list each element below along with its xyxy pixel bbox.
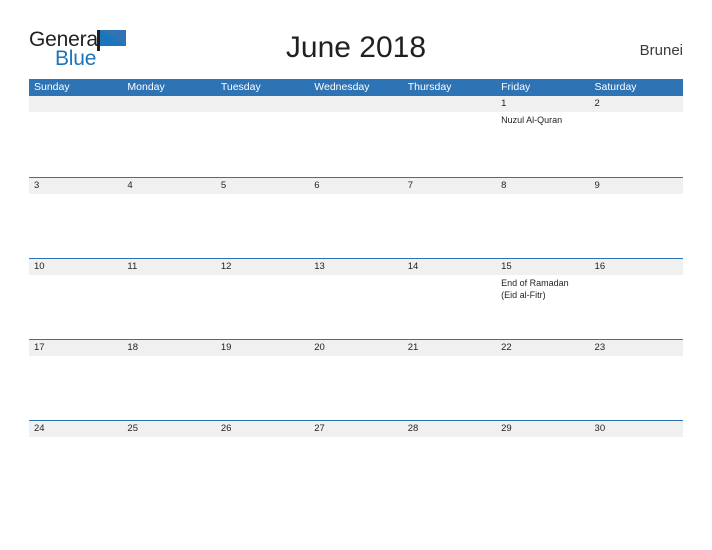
calendar-day-cell[interactable]: 4 <box>122 178 215 258</box>
day-number <box>221 96 305 112</box>
calendar-day-cell[interactable]: 12 <box>216 259 309 339</box>
calendar-day-cell-empty <box>29 96 122 177</box>
day-number: 9 <box>594 180 600 191</box>
calendar-day-cell[interactable]: 21 <box>403 340 496 420</box>
calendar-day-cell[interactable]: 9 <box>590 178 683 258</box>
day-number: 17 <box>34 342 45 353</box>
calendar-day-cell[interactable]: 3 <box>29 178 122 258</box>
weekday-header-tuesday: Tuesday <box>220 81 261 93</box>
calendar-day-cell[interactable]: 27 <box>309 421 402 501</box>
calendar-day-cell[interactable]: 15 End of Ramadan (Eid al-Fitr) <box>496 259 589 339</box>
calendar-day-cell[interactable]: 23 <box>590 340 683 420</box>
calendar-day-cell[interactable]: 22 <box>496 340 589 420</box>
weekday-header-sunday: Sunday <box>34 81 70 93</box>
week-cells: 24 25 26 27 28 29 30 <box>29 421 683 501</box>
day-number <box>408 96 492 112</box>
calendar-day-cell[interactable]: 24 <box>29 421 122 501</box>
calendar-day-cell[interactable]: 26 <box>216 421 309 501</box>
day-number: 22 <box>501 342 512 353</box>
day-number: 4 <box>127 180 133 191</box>
holiday-event-label: Nuzul Al-Quran <box>501 115 563 125</box>
page-title: June 2018 <box>285 31 427 64</box>
calendar-day-cell[interactable]: 8 <box>496 178 589 258</box>
calendar-week-row: 1 Nuzul Al-Quran 2 <box>29 96 683 177</box>
holiday-event-label: End of Ramadan <box>501 278 569 288</box>
day-number <box>127 96 211 112</box>
calendar-week-row: 3 4 5 6 7 8 9 <box>29 177 683 258</box>
day-number: 19 <box>220 342 232 353</box>
day-number: 8 <box>501 180 507 191</box>
day-number: 10 <box>34 261 45 272</box>
day-number: 7 <box>407 180 413 191</box>
day-number: 16 <box>594 261 606 272</box>
day-number: 28 <box>407 423 419 434</box>
calendar-day-cell-empty <box>216 96 309 177</box>
day-number: 12 <box>220 261 232 272</box>
day-number: 21 <box>407 342 419 353</box>
day-events: End of Ramadan (Eid al-Fitr) <box>501 275 585 301</box>
calendar-day-cell-empty <box>309 96 402 177</box>
calendar-day-cell[interactable]: 7 <box>403 178 496 258</box>
calendar-grid: Sunday Monday Tuesday Wednesday Thursday… <box>29 79 683 501</box>
day-number: 25 <box>127 423 138 434</box>
calendar-day-cell[interactable]: 18 <box>122 340 215 420</box>
day-number <box>314 96 398 112</box>
calendar-day-cell[interactable]: 28 <box>403 421 496 501</box>
day-number: 6 <box>314 180 320 191</box>
weekday-header-saturday: Saturday <box>594 81 637 93</box>
calendar-week-row: 17 18 19 20 21 22 23 <box>29 339 683 420</box>
day-number: 5 <box>220 180 227 191</box>
day-number: 23 <box>594 342 606 353</box>
day-number: 3 <box>34 180 40 191</box>
calendar-day-cell[interactable]: 5 <box>216 178 309 258</box>
weekday-header-monday: Monday <box>127 81 165 93</box>
calendar-day-cell[interactable]: 6 <box>309 178 402 258</box>
calendar-day-cell[interactable]: 11 <box>122 259 215 339</box>
calendar-day-cell[interactable]: 19 <box>216 340 309 420</box>
week-cells: 17 18 19 20 21 22 23 <box>29 340 683 420</box>
week-cells: 10 11 12 13 14 15 End of Ramadan (Eid al-Fitr) 1… <box>29 259 683 339</box>
calendar-weeks: 1 Nuzul Al-Quran 2 3 4 5 6 7 8 9 10 11 12 13 14 15 End o… <box>29 96 683 501</box>
calendar-day-cell-empty <box>122 96 215 177</box>
day-number: 1 <box>501 98 507 109</box>
calendar-day-cell-empty <box>403 96 496 177</box>
calendar-day-cell[interactable]: 10 <box>29 259 122 339</box>
weekday-header-thursday: Thursday <box>407 81 452 93</box>
weekday-header-wednesday: Wednesday <box>314 81 370 93</box>
calendar-day-cell[interactable]: 29 <box>496 421 589 501</box>
day-number: 14 <box>407 261 419 272</box>
calendar-page: General Blue June 2018 Brunei Sunday Mon… <box>0 0 712 550</box>
day-number: 30 <box>594 423 606 434</box>
day-number: 29 <box>501 423 512 434</box>
day-number: 11 <box>127 261 138 272</box>
day-number: 15 <box>501 261 512 272</box>
calendar-day-cell[interactable]: 1 Nuzul Al-Quran <box>496 96 589 177</box>
day-number: 20 <box>314 342 325 353</box>
day-number <box>34 96 118 112</box>
calendar-day-cell[interactable]: 16 <box>590 259 683 339</box>
calendar-day-cell[interactable]: 13 <box>309 259 402 339</box>
page-header: General Blue June 2018 Brunei <box>0 0 712 78</box>
calendar-day-cell[interactable]: 30 <box>590 421 683 501</box>
holiday-event-label: (Eid al-Fitr) <box>501 290 546 300</box>
day-events: Nuzul Al-Quran <box>501 112 585 126</box>
calendar-day-cell[interactable]: 25 <box>122 421 215 501</box>
calendar-day-cell[interactable]: 14 <box>403 259 496 339</box>
week-cells: 3 4 5 6 7 8 9 <box>29 178 683 258</box>
week-cells: 1 Nuzul Al-Quran 2 <box>29 96 683 177</box>
country-label: Brunei <box>639 42 683 59</box>
calendar-day-cell[interactable]: 2 <box>590 96 683 177</box>
day-number: 26 <box>220 423 232 434</box>
day-number: 27 <box>314 423 325 434</box>
weekday-header-row: Sunday Monday Tuesday Wednesday Thursday… <box>29 79 683 96</box>
day-number: 24 <box>34 423 45 434</box>
day-number: 13 <box>314 261 325 272</box>
day-number: 2 <box>594 98 600 109</box>
day-number: 18 <box>127 342 138 353</box>
weekday-header-friday: Friday <box>501 81 531 93</box>
calendar-day-cell[interactable]: 20 <box>309 340 402 420</box>
calendar-week-row: 24 25 26 27 28 29 30 <box>29 420 683 501</box>
calendar-week-row: 10 11 12 13 14 15 End of Ramadan (Eid al-Fitr) 1… <box>29 258 683 339</box>
calendar-day-cell[interactable]: 17 <box>29 340 122 420</box>
